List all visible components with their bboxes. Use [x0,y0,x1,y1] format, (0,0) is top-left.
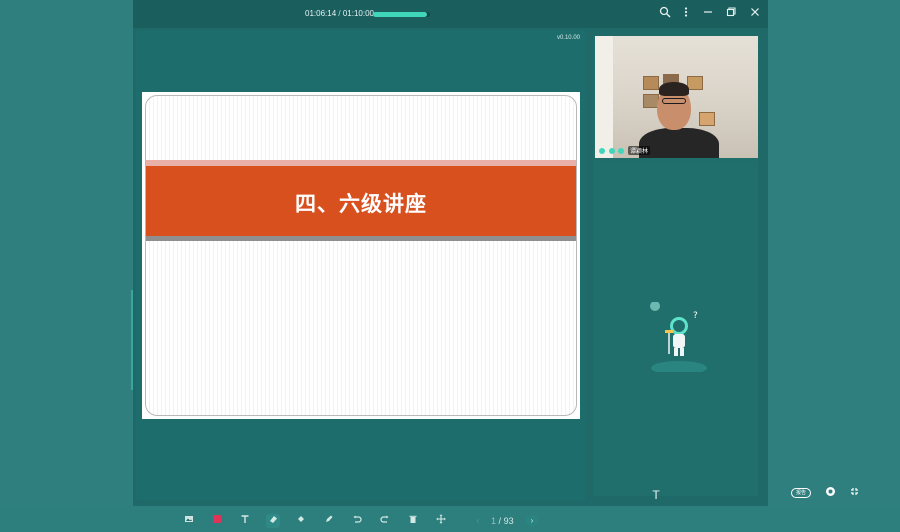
color-swatch[interactable] [210,514,224,528]
page-current: 1 [491,516,497,526]
teacher-camera[interactable]: 谭颖林 [595,36,758,158]
move-icon[interactable] [434,514,448,528]
side-panel: 谭颖林 ? [593,36,758,496]
total-time: 01:10:00 [342,9,374,18]
page-total: 93 [503,516,514,526]
drag-handle-icon[interactable]: T [651,488,661,506]
highlighter-icon[interactable] [322,514,336,528]
collapse-icon[interactable] [848,486,860,498]
delete-icon[interactable] [406,514,420,528]
astronaut-illustration: ? [650,302,707,372]
report-button[interactable]: 报告 [791,488,811,498]
svg-text:?: ? [693,311,698,321]
slide-frame: 四、六级讲座 [145,95,577,416]
drawing-toolbar: ‹ 1 / 93 › [136,514,586,532]
close-icon[interactable] [747,6,763,22]
wall-picture [699,112,715,126]
slide-band-bottom [146,236,576,241]
mic-icon [599,147,605,154]
title-bar: 01:06:14 / 01:10:00 [133,0,768,28]
version-label: v0.10.00 [556,35,580,41]
wall-picture [687,76,703,90]
eraser-icon[interactable] [266,514,280,528]
page-separator: / [498,516,502,526]
progress-fill [373,12,428,17]
classroom-app: 01:06:14 / 01:10:00 v0.10.00 四、六级讲座 ‹ 1 … [133,0,768,528]
undo-icon[interactable] [350,514,364,528]
background-right [768,0,900,506]
camera-status-bar: 谭颖林 [599,146,651,156]
image-icon[interactable] [182,514,196,528]
person-hair [659,82,689,96]
student-panel: ? [595,162,758,496]
slide-title: 四、六级讲座 [295,192,427,216]
camera-window-light [595,36,613,158]
participant-name: 谭颖林 [628,146,651,155]
settings-icon[interactable] [824,486,836,498]
fill-icon[interactable] [294,514,308,528]
prev-page-button[interactable]: ‹ [472,515,484,527]
background-left [0,0,133,506]
person-body [639,128,719,158]
wall-picture [643,76,659,90]
person-glasses [662,98,686,104]
restore-icon[interactable] [723,6,739,22]
redo-icon[interactable] [378,514,392,528]
user-icon [618,147,625,154]
whiteboard-panel: v0.10.00 四、六级讲座 ‹ 1 / 93 › [136,30,586,528]
camera-on-icon [608,147,615,154]
time-separator: / [338,9,341,18]
page-indicator: 1 / 93 [491,516,514,526]
more-icon[interactable] [678,6,694,22]
text-icon[interactable] [238,514,252,528]
elapsed-time: 01:06:14 [305,9,337,18]
next-page-button[interactable]: › [526,515,538,527]
search-icon[interactable] [657,6,673,22]
playback-timer: 01:06:14 / 01:10:00 [305,9,374,18]
playback-progress[interactable] [373,12,430,17]
slide[interactable]: 四、六级讲座 [142,92,580,419]
minimize-icon[interactable] [700,6,716,22]
